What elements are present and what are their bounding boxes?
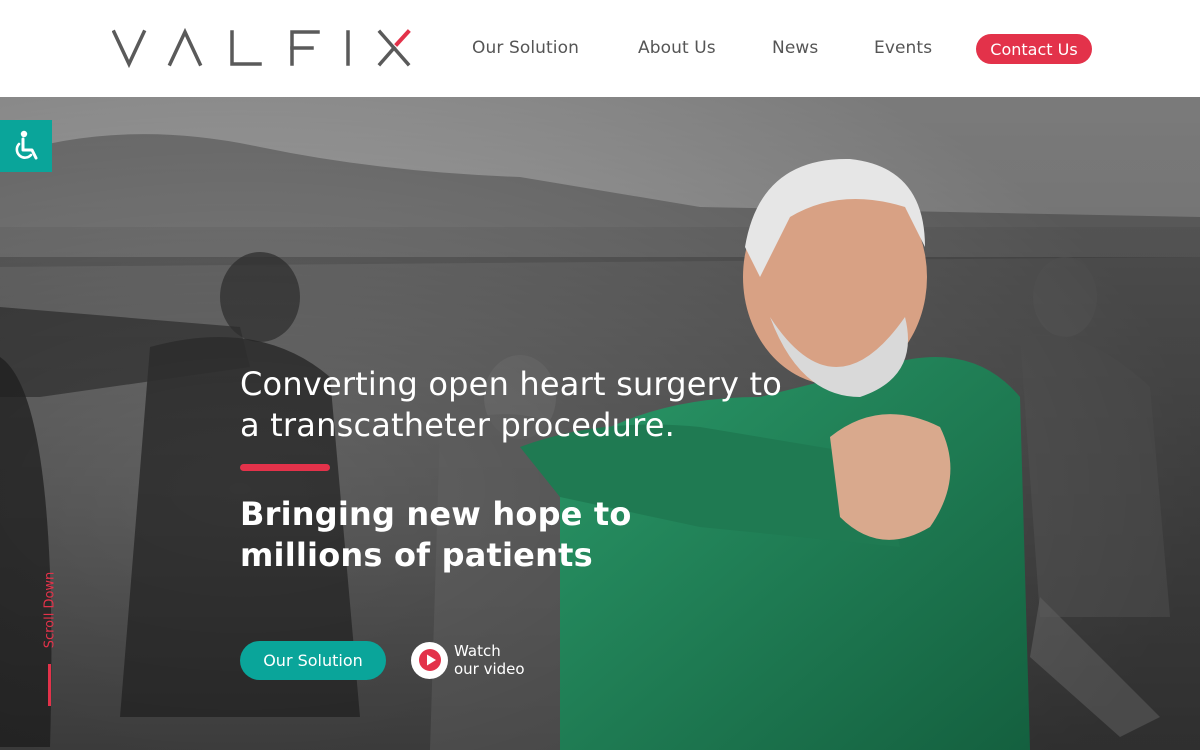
main-nav: Our Solution About Us News Events Contac… xyxy=(0,34,1200,64)
hero-headline: Converting open heart surgery to a trans… xyxy=(240,365,783,444)
watch-video-link[interactable]: Watch our video xyxy=(411,640,544,680)
watch-label-line1: Watch xyxy=(454,642,501,660)
scroll-down-label[interactable]: Scroll Down xyxy=(43,572,58,649)
nav-events[interactable]: Events xyxy=(874,38,932,58)
accessibility-button[interactable] xyxy=(0,120,52,172)
our-solution-button[interactable]: Our Solution xyxy=(240,641,386,680)
nav-about-us[interactable]: About Us xyxy=(638,38,716,58)
play-icon xyxy=(418,649,441,671)
contact-us-button[interactable]: Contact Us xyxy=(976,34,1092,64)
hero-subline: Bringing new hope to millions of patient… xyxy=(240,495,632,574)
wheelchair-icon xyxy=(15,130,38,160)
play-button[interactable] xyxy=(411,641,448,679)
scroll-down-line xyxy=(48,664,51,706)
nav-news[interactable]: News xyxy=(772,38,818,58)
watch-label-line2: our video xyxy=(454,660,525,678)
nav-our-solution[interactable]: Our Solution xyxy=(472,38,579,58)
site-header: Our Solution About Us News Events Contac… xyxy=(0,0,1200,97)
hero-section: Converting open heart surgery to a trans… xyxy=(0,97,1200,750)
watch-video-label: Watch our video xyxy=(454,642,544,678)
headline-divider xyxy=(240,464,330,471)
